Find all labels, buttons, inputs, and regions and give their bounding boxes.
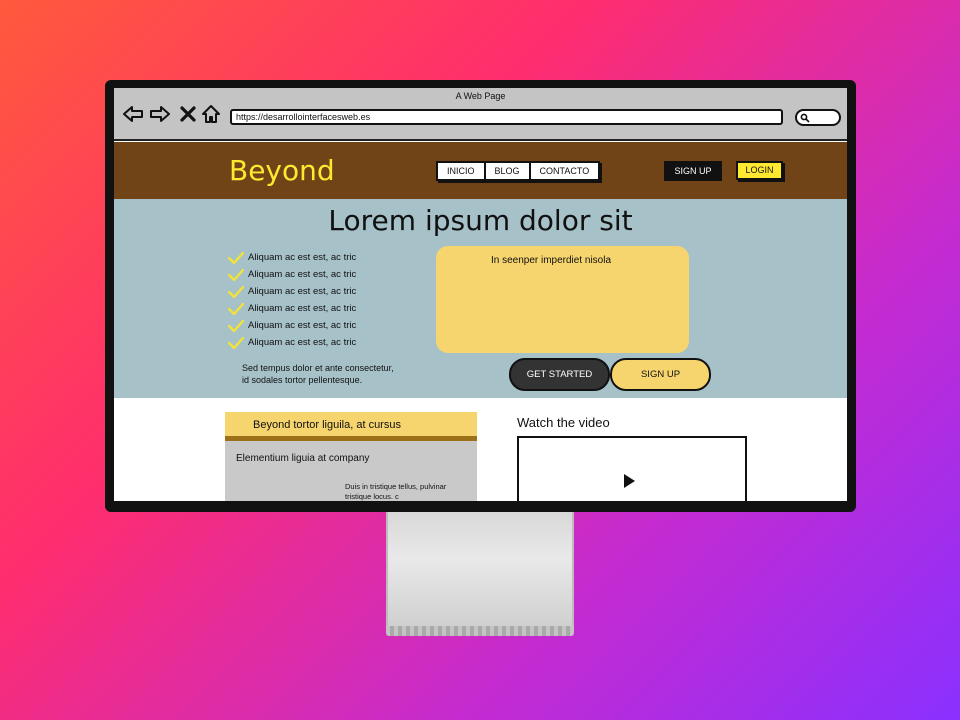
monitor-stand: [386, 512, 574, 628]
play-icon[interactable]: [622, 473, 636, 489]
checkmark-icon: [228, 285, 244, 298]
check-item-label: Aliquam ac est est, ac tric: [248, 303, 357, 314]
menu-item-blog[interactable]: BLOG: [486, 163, 531, 179]
video-title: Watch the video: [517, 415, 610, 430]
search-icon: [800, 113, 810, 123]
browser-chrome: A Web Page https://desarrollointerfacesw…: [114, 88, 847, 141]
feature-card-subtitle: Elementium liguia at company: [236, 453, 370, 464]
video-player[interactable]: [517, 436, 747, 501]
hero-description-line: Sed tempus dolor et ante consectetur,: [242, 363, 394, 373]
screen: A Web Page https://desarrollointerfacesw…: [114, 88, 847, 501]
site-header: Beyond INICIO BLOG CONTACTO SIGN UP LOGI…: [114, 142, 847, 199]
check-item: Aliquam ac est est, ac tric: [228, 283, 356, 300]
checkmark-icon: [228, 268, 244, 281]
hero-description-line: id sodales tortor pellentesque.: [242, 375, 363, 385]
monitor-stand-base: [386, 626, 574, 636]
hero-title: Lorem ipsum dolor sit: [328, 204, 633, 237]
feature-card-text: Duis in tristique tellus, pulvinar trist…: [345, 482, 447, 501]
window-title: A Web Page: [455, 91, 506, 101]
browser-search-button[interactable]: [795, 109, 841, 126]
menu-item-inicio[interactable]: INICIO: [438, 163, 486, 179]
check-item: Aliquam ac est est, ac tric: [228, 249, 356, 266]
check-item: Aliquam ac est est, ac tric: [228, 317, 356, 334]
checkmark-icon: [228, 319, 244, 332]
check-item: Aliquam ac est est, ac tric: [228, 334, 356, 351]
check-item-label: Aliquam ac est est, ac tric: [248, 269, 357, 280]
hero-signup-button[interactable]: SIGN UP: [610, 358, 711, 391]
checklist: Aliquam ac est est, ac tric Aliquam ac e…: [228, 249, 356, 351]
home-icon[interactable]: [200, 103, 222, 125]
url-bar[interactable]: https://desarrollointerfacesweb.es: [230, 109, 783, 125]
hero-section: Lorem ipsum dolor sit Aliquam ac est est…: [114, 199, 847, 398]
check-item-label: Aliquam ac est est, ac tric: [248, 286, 357, 297]
hero-card-title: In seenper imperdiet nisola: [490, 255, 612, 266]
hero-description: Sed tempus dolor et ante consectetur, id…: [242, 362, 394, 386]
back-arrow-icon[interactable]: [122, 103, 144, 125]
checkmark-icon: [228, 302, 244, 315]
hero-card: In seenper imperdiet nisola: [436, 246, 689, 353]
close-icon[interactable]: [177, 103, 199, 125]
menu-item-contacto[interactable]: CONTACTO: [531, 163, 599, 179]
site-logo[interactable]: Beyond: [229, 154, 335, 187]
monitor: A Web Page https://desarrollointerfacesw…: [105, 80, 856, 512]
header-login-button[interactable]: LOGIN: [736, 161, 783, 180]
check-item-label: Aliquam ac est est, ac tric: [248, 252, 357, 263]
get-started-button[interactable]: GET STARTED: [509, 358, 610, 391]
check-item: Aliquam ac est est, ac tric: [228, 266, 356, 283]
header-signup-button[interactable]: SIGN UP: [664, 161, 722, 181]
feature-card: Beyond tortor liguila, at cursus Element…: [225, 412, 477, 501]
feature-card-title: Beyond tortor liguila, at cursus: [225, 412, 477, 441]
checkmark-icon: [228, 336, 244, 349]
checkmark-icon: [228, 251, 244, 264]
check-item-label: Aliquam ac est est, ac tric: [248, 337, 357, 348]
forward-arrow-icon[interactable]: [149, 103, 171, 125]
check-item: Aliquam ac est est, ac tric: [228, 300, 356, 317]
main-menu: INICIO BLOG CONTACTO: [436, 161, 601, 181]
check-item-label: Aliquam ac est est, ac tric: [248, 320, 357, 331]
